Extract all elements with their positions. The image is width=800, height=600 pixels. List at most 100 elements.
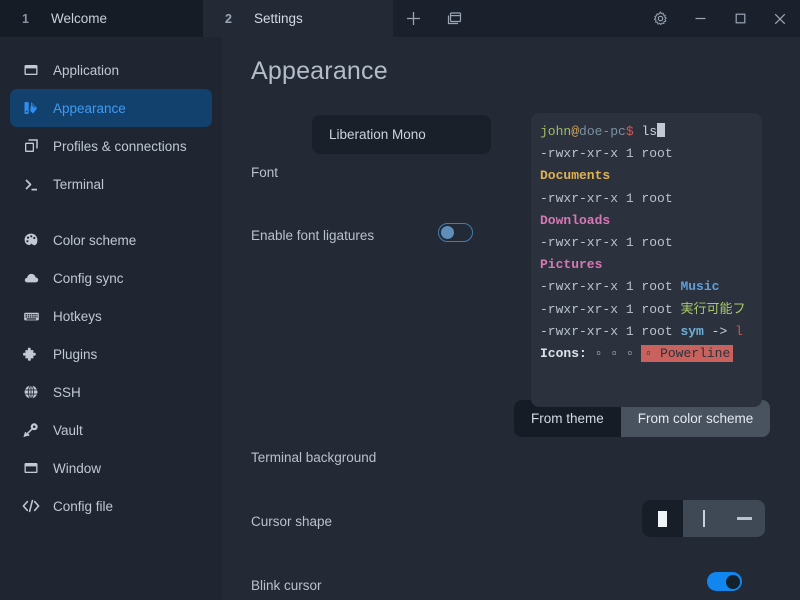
terminal-background-label: Terminal background: [251, 450, 377, 465]
tab-bar-drag-area: [475, 0, 640, 37]
icons-label: Icons:: [540, 345, 587, 361]
sidebar-item-ssh[interactable]: SSH: [10, 373, 212, 411]
code-brackets-icon: [22, 497, 40, 515]
new-tab-button[interactable]: [393, 0, 434, 37]
gear-icon: [653, 11, 667, 26]
badge-text: Powerline: [660, 345, 731, 361]
cursor-shape-beam[interactable]: [683, 500, 724, 537]
split-pane-button[interactable]: [434, 0, 475, 37]
sidebar-item-color-scheme[interactable]: Color scheme: [10, 221, 212, 259]
plus-icon: [407, 12, 420, 25]
sidebar-item-label: Config file: [53, 498, 114, 514]
ligatures-toggle[interactable]: [438, 223, 473, 242]
page-title: Appearance: [251, 57, 388, 85]
key-icon: [22, 421, 40, 439]
terminal-prompt-line: john@doe-pc$ ls: [540, 121, 762, 143]
cloud-icon: [22, 269, 40, 287]
line-perm: -rwxr-xr-x 1 root: [540, 279, 673, 295]
sidebar-item-hotkeys[interactable]: Hotkeys: [10, 297, 212, 335]
ligatures-label: Enable font ligatures: [251, 228, 375, 243]
line-perm: -rwxr-xr-x 1 root: [540, 234, 673, 250]
sidebar-item-label: Plugins: [53, 346, 98, 362]
sidebar-item-label: Window: [53, 460, 102, 476]
sidebar-item-label: Hotkeys: [53, 308, 102, 324]
sidebar-item-label: SSH: [53, 384, 81, 400]
tab-number: 1: [22, 11, 29, 26]
sidebar-item-config-sync[interactable]: Config sync: [10, 259, 212, 297]
terminal-line: -rwxr-xr-x 1 root: [540, 188, 762, 210]
line-name: Music: [680, 279, 720, 295]
badge-square: ▫: [644, 345, 653, 361]
blink-cursor-label: Blink cursor: [251, 578, 322, 593]
tab-settings[interactable]: 2 Settings: [203, 0, 393, 37]
block-cursor-icon: [658, 510, 667, 527]
sidebar-item-window[interactable]: Window: [10, 449, 212, 487]
terminal-line: -rwxr-xr-x 1 root: [540, 232, 762, 254]
tab-welcome[interactable]: 1 Welcome: [0, 0, 203, 37]
close-button[interactable]: [760, 0, 800, 37]
terminal-cursor: [657, 123, 666, 137]
line-perm: -rwxr-xr-x 1 root: [540, 146, 673, 162]
palette-brush-icon: [22, 99, 40, 117]
tab-label: Welcome: [50, 11, 107, 26]
sidebar-item-profiles-connections[interactable]: Profiles & connections: [10, 127, 212, 165]
terminal-line: Pictures: [540, 254, 762, 276]
tab-bar-actions: [393, 0, 475, 37]
sidebar-item-application[interactable]: Application: [10, 51, 212, 89]
prompt-host: doe-pc: [579, 124, 626, 139]
terminal-line: -rwxr-xr-x 1 root Music: [540, 276, 762, 298]
copy-layers-icon: [22, 137, 40, 155]
tab-label: Settings: [253, 11, 303, 26]
cursor-shape-underline[interactable]: [724, 500, 765, 537]
beam-cursor-icon: [702, 510, 705, 527]
tab-bar: 1 Welcome 2 Settings: [0, 0, 800, 37]
terminal-line: Documents: [540, 165, 762, 187]
sidebar-item-vault[interactable]: Vault: [10, 411, 212, 449]
cursor-shape-block[interactable]: [642, 500, 683, 537]
line-perm: -rwxr-xr-x 1 root: [540, 190, 673, 206]
terminal-line: -rwxr-xr-x 1 root sym -> l: [540, 321, 762, 343]
keyboard-icon: [22, 307, 40, 325]
settings-sidebar: Application Appearance Profiles & connec…: [0, 37, 222, 600]
maximize-icon: [735, 13, 745, 24]
underline-cursor-icon: [737, 517, 752, 520]
font-label: Font: [251, 165, 279, 180]
globe-icon: [22, 383, 40, 401]
toggle-knob: [441, 226, 454, 239]
terminal-line: -rwxr-xr-x 1 root 実行可能フ: [540, 299, 762, 321]
sidebar-item-plugins[interactable]: Plugins: [10, 335, 212, 373]
sidebar-item-label: Appearance: [53, 100, 126, 116]
line-perm: -rwxr-xr-x 1 root: [540, 323, 673, 339]
sidebar-item-label: Color scheme: [53, 232, 137, 248]
cursor-shape-segmented: [642, 500, 765, 537]
font-input[interactable]: [312, 115, 491, 154]
line-name: Downloads: [540, 212, 611, 228]
prompt-command: ls: [641, 124, 658, 139]
line-arrow: ->: [711, 323, 728, 339]
window-bar-icon: [22, 459, 40, 477]
line-target: l: [735, 323, 743, 339]
maximize-button[interactable]: [720, 0, 760, 37]
line-name: Pictures: [540, 257, 603, 273]
tab-number: 2: [225, 11, 232, 26]
paint-palette-icon: [22, 231, 40, 249]
close-icon: [774, 13, 786, 24]
sidebar-item-terminal[interactable]: Terminal: [10, 165, 212, 203]
sidebar-item-appearance[interactable]: Appearance: [10, 89, 212, 127]
minimize-button[interactable]: [680, 0, 720, 37]
prompt-at: @: [571, 124, 580, 139]
sidebar-item-config-file[interactable]: Config file: [10, 487, 212, 525]
settings-content: Appearance Font Enable font ligatures Te…: [222, 37, 800, 600]
line-name: Documents: [540, 168, 611, 184]
puzzle-icon: [22, 345, 40, 363]
sidebar-item-label: Profiles & connections: [53, 138, 187, 154]
cursor-shape-label: Cursor shape: [251, 514, 333, 529]
blink-cursor-toggle[interactable]: [707, 572, 742, 591]
terminal-line: -rwxr-xr-x 1 root: [540, 143, 762, 165]
settings-button[interactable]: [640, 0, 680, 37]
icons-squares: ▫ ▫ ▫: [594, 345, 634, 361]
line-symlink: sym: [680, 323, 704, 339]
minimize-icon: [695, 17, 705, 20]
line-name: 実行可能フ: [680, 301, 746, 317]
sidebar-item-label: Application: [53, 62, 120, 78]
